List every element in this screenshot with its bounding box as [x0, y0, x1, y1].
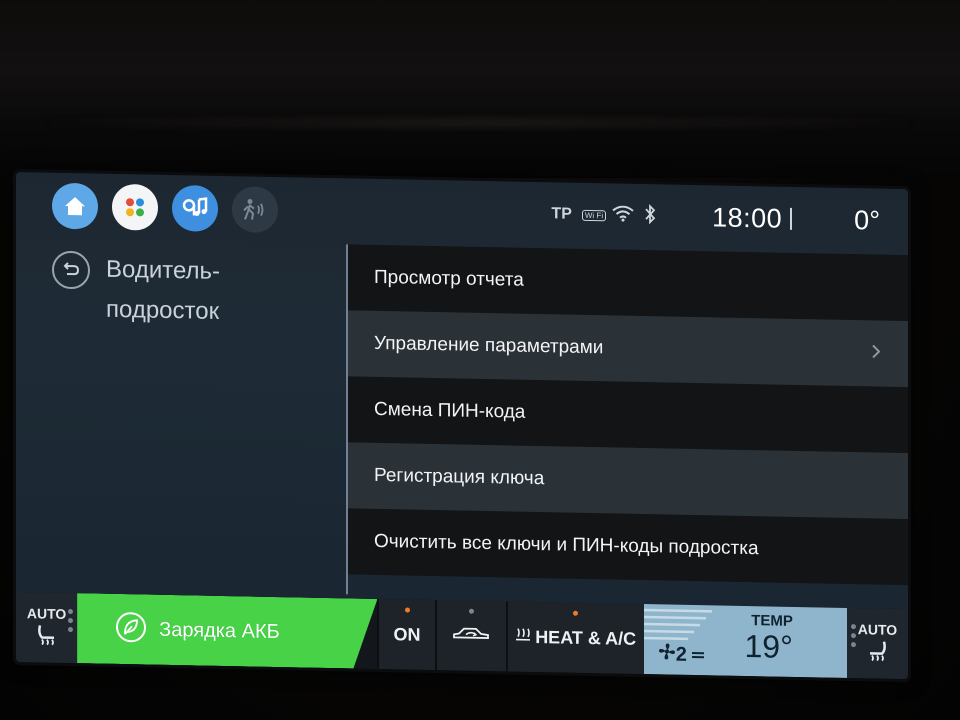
left-seat-heat-button[interactable]: AUTO	[16, 592, 78, 664]
page-header: Водитель-подросток	[52, 249, 256, 333]
right-seat-heat-button[interactable]: AUTO	[846, 607, 908, 680]
bluetooth-icon	[644, 203, 656, 229]
dashboard-bezel	[0, 0, 960, 178]
heat-waves-icon	[515, 626, 531, 647]
temperature-control[interactable]: 2 TEMP 19°	[643, 604, 847, 678]
back-icon[interactable]	[52, 250, 90, 290]
heat-ac-indicator	[573, 610, 579, 616]
media-icon[interactable]	[172, 184, 218, 232]
seat-heat-icon	[864, 639, 890, 666]
menu-item-label: Очистить все ключи и ПИН-коды подростка	[374, 530, 759, 560]
menu-item-register-key[interactable]: Регистрация ключа	[348, 442, 908, 520]
battery-charge-button[interactable]: Зарядка АКБ	[77, 593, 377, 669]
menu-item-view-report[interactable]: Просмотр отчета	[348, 244, 908, 322]
on-indicator	[404, 607, 410, 613]
wifi-icon	[612, 205, 634, 226]
app-shortcuts	[52, 182, 278, 235]
recirculation-car-icon	[451, 624, 491, 648]
chevron-right-icon	[872, 342, 881, 364]
status-bar: TP Wi Fi 18:00 0°	[551, 194, 880, 240]
bezel-reflection	[40, 118, 920, 128]
wifi-label: Wi Fi	[581, 209, 607, 221]
level-dots	[68, 609, 74, 633]
level-dots	[850, 624, 856, 648]
menu-item-label: Регистрация ключа	[374, 464, 545, 490]
apps-grid-icon[interactable]	[112, 183, 158, 231]
home-icon[interactable]	[52, 182, 98, 230]
page-title: Водитель-подросток	[106, 255, 221, 325]
heat-ac-button[interactable]: HEAT & A/C	[505, 601, 644, 675]
seat-heat-icon	[34, 623, 60, 650]
climate-bar: AUTO Зарядка АКБ ON HEAT & A/C 2 TEMP 19…	[16, 592, 908, 680]
menu-item-clear-keys[interactable]: Очистить все ключи и ПИН-коды подростка	[348, 508, 908, 586]
tp-indicator: TP	[551, 205, 572, 223]
charge-label: Зарядка АКБ	[159, 618, 280, 643]
heat-ac-label: HEAT & A/C	[535, 626, 637, 649]
menu-item-change-pin[interactable]: Смена ПИН-кода	[348, 376, 908, 454]
infotainment-screen: TP Wi Fi 18:00 0° Водитель-подросток Про…	[16, 172, 908, 680]
recirculation-indicator	[468, 608, 474, 614]
seat-auto-label: AUTO	[26, 604, 67, 622]
menu-item-label: Смена ПИН-кода	[374, 398, 526, 423]
temp-label: TEMP	[751, 612, 793, 630]
seat-auto-label: AUTO	[857, 620, 898, 638]
status-divider	[790, 207, 793, 230]
recirculation-button[interactable]	[434, 600, 506, 672]
menu-item-label: Управление параметрами	[374, 332, 604, 359]
on-label: ON	[393, 623, 421, 645]
fan-icon	[658, 642, 676, 666]
settings-menu: Просмотр отчета Управление параметрами С…	[346, 244, 908, 606]
temp-value: 19°	[744, 627, 793, 665]
clock: 18:00	[712, 201, 783, 234]
leaf-icon	[115, 610, 147, 648]
menu-item-label: Просмотр отчета	[374, 266, 524, 291]
outside-temperature: 0°	[854, 204, 880, 236]
fan-speed-value: 2	[675, 643, 687, 666]
fan-speed: 2	[658, 642, 705, 667]
menu-item-manage-parameters[interactable]: Управление параметрами	[348, 310, 908, 388]
pedestrian-alert-icon[interactable]	[232, 186, 278, 234]
fan-bars-icon	[691, 643, 705, 666]
climate-on-button[interactable]: ON	[377, 598, 435, 671]
